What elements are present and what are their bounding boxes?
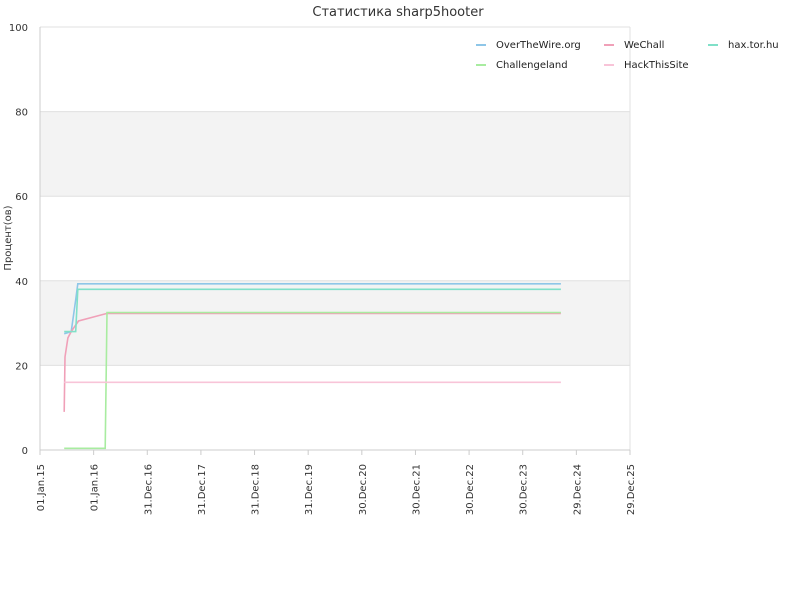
legend-label: HackThisSite	[624, 60, 689, 71]
x-tick-label: 30.Dec.22	[465, 464, 476, 515]
x-tick-label: 31.Dec.19	[304, 464, 315, 515]
y-tick-label: 100	[9, 23, 28, 34]
y-tick-label: 60	[15, 192, 28, 203]
y-tick-label: 20	[15, 361, 28, 372]
x-tick-label: 01.Jan.16	[90, 464, 101, 511]
x-ticks: 01.Jan.15 01.Jan.16 31.Dec.16 31.Dec.17 31.D…	[36, 450, 637, 515]
legend-label: WeChall	[624, 40, 664, 51]
grey-band	[40, 111, 630, 197]
y-tick-label: 80	[15, 108, 28, 119]
plot-background	[40, 27, 630, 450]
x-tick-label: 30.Dec.23	[519, 464, 530, 515]
plot-bands	[40, 27, 630, 450]
chart-title: Статистика sharp5hooter	[312, 5, 484, 20]
x-tick-label: 29.Dec.25	[626, 464, 637, 515]
x-tick-label: 30.Dec.20	[358, 464, 369, 515]
y-axis-label: Процент(ов)	[3, 205, 14, 270]
legend-label: Challengeland	[496, 60, 568, 71]
x-tick-label: 31.Dec.16	[143, 464, 154, 515]
legend-label: OverTheWire.org	[496, 40, 581, 51]
legend-label: hax.tor.hu	[728, 40, 779, 51]
x-tick-label: 30.Dec.21	[411, 464, 422, 515]
x-tick-label: 31.Dec.17	[197, 464, 208, 515]
x-tick-label: 29.Dec.24	[572, 464, 583, 515]
grey-band	[40, 280, 630, 366]
y-tick-label: 40	[15, 277, 28, 288]
y-tick-label: 0	[22, 446, 28, 457]
x-tick-label: 01.Jan.15	[36, 464, 47, 511]
x-tick-label: 31.Dec.18	[251, 464, 262, 515]
chart: Статистика sharp5hooter 0 20 40 60 80 100 01.…	[3, 5, 779, 515]
